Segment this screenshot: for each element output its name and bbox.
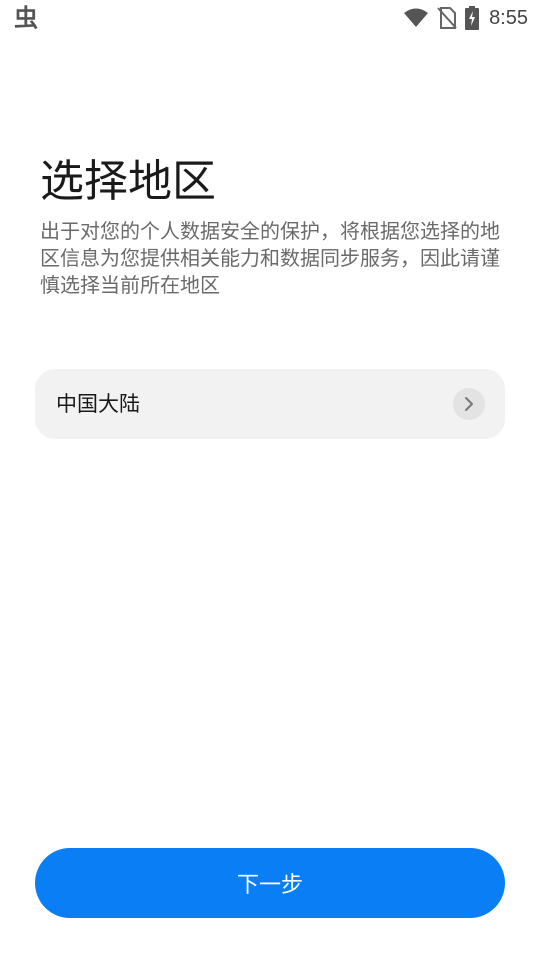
- status-time: 8:55: [489, 6, 528, 29]
- status-icons: 8:55: [403, 6, 528, 30]
- page-title: 选择地区: [40, 156, 216, 207]
- battery-charging-icon: [465, 6, 480, 30]
- status-bar: 虫 8:55: [0, 0, 540, 38]
- region-selector-value: 中国大陆: [56, 392, 140, 416]
- no-sim-icon: [437, 7, 457, 29]
- chevron-right-icon: [453, 388, 485, 420]
- page-description: 出于对您的个人数据安全的保护，将根据您选择的地区信息为您提供相关能力和数据同步服…: [40, 219, 500, 297]
- next-button[interactable]: 下一步: [35, 848, 505, 918]
- wifi-icon: [403, 8, 429, 28]
- app-notification-icon: 虫: [14, 4, 38, 32]
- region-selector[interactable]: 中国大陆: [35, 369, 505, 439]
